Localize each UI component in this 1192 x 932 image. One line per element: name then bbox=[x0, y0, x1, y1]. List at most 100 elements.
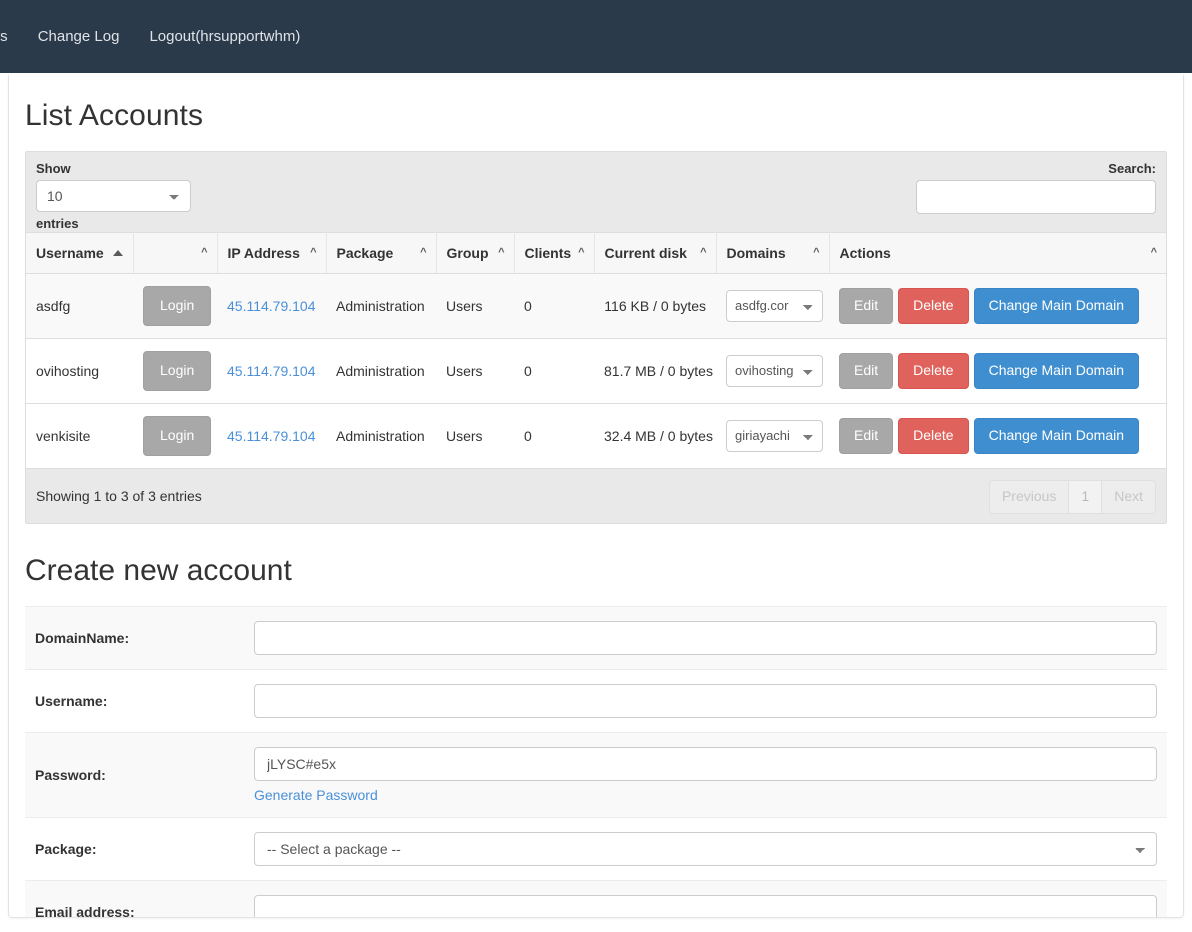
table-head: Username ^ IP Address ^ Package ^ Group … bbox=[26, 232, 1166, 274]
email-input[interactable] bbox=[254, 894, 1157, 917]
sort-caret-icon: ^ bbox=[498, 246, 505, 259]
nav-item-logout[interactable]: Logout(hrsupportwhm) bbox=[134, 2, 315, 71]
column-header-actions[interactable]: Actions ^ bbox=[829, 232, 1166, 274]
page-inner: List Accounts Show 10 entries Search: Us… bbox=[9, 99, 1183, 917]
column-header-domains[interactable]: Domains ^ bbox=[716, 232, 830, 274]
edit-button[interactable]: Edit bbox=[839, 417, 894, 454]
username-field-cell bbox=[244, 669, 1167, 733]
login-button[interactable]: Login bbox=[143, 286, 212, 326]
domain-name-input[interactable] bbox=[254, 620, 1157, 655]
cell-actions: Edit Delete Change Main Domain bbox=[829, 273, 1166, 339]
cell-domains: ovihosting bbox=[716, 337, 829, 404]
column-label-username: Username bbox=[36, 245, 104, 261]
pagination-previous-button[interactable]: Previous bbox=[988, 479, 1070, 514]
create-account-title: Create new account bbox=[25, 553, 292, 587]
sort-ascending-icon bbox=[112, 250, 123, 256]
nav-list-item: ews bbox=[0, 27, 23, 47]
password-label: Password: bbox=[25, 732, 244, 818]
ip-address-link[interactable]: 45.114.79.104 bbox=[227, 428, 316, 444]
domain-field-cell bbox=[244, 606, 1167, 670]
package-select[interactable]: -- Select a package -- bbox=[254, 831, 1157, 866]
domain-label: DomainName: bbox=[25, 606, 244, 670]
generate-password-link[interactable]: Generate Password bbox=[254, 787, 378, 803]
create-account-form: DomainName: Username: Password: Genera bbox=[25, 605, 1167, 917]
sort-caret-icon: ^ bbox=[578, 246, 585, 259]
edit-button[interactable]: Edit bbox=[839, 288, 894, 324]
column-header-login[interactable]: ^ bbox=[133, 232, 218, 274]
form-row-package: Package: -- Select a package -- bbox=[25, 817, 1167, 881]
cell-login: Login bbox=[133, 402, 217, 468]
action-button-group: Edit Delete Change Main Domain bbox=[839, 352, 1156, 389]
login-button[interactable]: Login bbox=[143, 350, 212, 391]
column-header-package[interactable]: Package ^ bbox=[326, 232, 437, 274]
nav-list-item: Logout(hrsupportwhm) bbox=[134, 27, 315, 47]
accounts-table: Username ^ IP Address ^ Package ^ Group … bbox=[26, 232, 1166, 468]
entries-per-page-select[interactable]: 10 bbox=[36, 180, 191, 212]
form-row-domain: DomainName: bbox=[25, 606, 1167, 670]
username-input[interactable] bbox=[254, 683, 1157, 718]
table-body: asdfg Login 45.114.79.104 Administration… bbox=[26, 273, 1166, 468]
cell-package: Administration bbox=[326, 273, 436, 339]
cell-clients: 0 bbox=[514, 337, 594, 404]
cell-ip-address: 45.114.79.104 bbox=[217, 402, 326, 468]
form-row-email: Email address: bbox=[25, 880, 1167, 917]
ip-address-link[interactable]: 45.114.79.104 bbox=[227, 363, 316, 379]
sort-caret-icon: ^ bbox=[420, 246, 427, 259]
column-label-current-disk: Current disk bbox=[604, 245, 687, 261]
login-button[interactable]: Login bbox=[143, 415, 212, 456]
pagination-page-1-button[interactable]: 1 bbox=[1068, 479, 1103, 514]
cell-group: Users bbox=[436, 337, 514, 404]
datatable-footer: Showing 1 to 3 of 3 entries Previous 1 N… bbox=[26, 467, 1166, 523]
sort-caret-icon: ^ bbox=[201, 246, 208, 259]
pagination-next-button[interactable]: Next bbox=[1101, 479, 1156, 514]
show-label: Show bbox=[36, 161, 71, 176]
cell-domains: giriayachi bbox=[716, 402, 829, 468]
table-row: venkisite Login 45.114.79.104 Administra… bbox=[26, 402, 1166, 468]
cell-actions: Edit Delete Change Main Domain bbox=[829, 402, 1166, 468]
domain-select[interactable]: asdfg.cor bbox=[726, 289, 823, 322]
cell-package: Administration bbox=[326, 337, 436, 404]
entries-label: entries bbox=[36, 216, 79, 231]
nav-item-news[interactable]: ews bbox=[0, 2, 23, 71]
search-label: Search: bbox=[1108, 161, 1156, 176]
action-button-group: Edit Delete Change Main Domain bbox=[839, 417, 1156, 454]
column-header-username[interactable]: Username bbox=[26, 232, 134, 274]
column-header-current-disk[interactable]: Current disk ^ bbox=[594, 232, 717, 274]
delete-button[interactable]: Delete bbox=[898, 352, 969, 389]
search-control: Search: bbox=[916, 161, 1156, 214]
password-input[interactable] bbox=[254, 746, 1157, 781]
length-control: Show 10 entries bbox=[36, 161, 191, 231]
cell-group: Users bbox=[436, 402, 514, 468]
column-label-ip-address: IP Address bbox=[227, 245, 300, 261]
search-input[interactable] bbox=[916, 180, 1156, 214]
cell-domains: asdfg.cor bbox=[716, 273, 829, 339]
column-label-package: Package bbox=[336, 245, 394, 261]
cell-actions: Edit Delete Change Main Domain bbox=[829, 337, 1166, 404]
column-header-clients[interactable]: Clients ^ bbox=[514, 232, 595, 274]
cell-current-disk: 81.7 MB / 0 bytes bbox=[594, 337, 716, 404]
sort-caret-icon: ^ bbox=[700, 246, 707, 259]
email-label: Email address: bbox=[25, 880, 244, 917]
top-navbar: ews Change Log Logout(hrsupportwhm) bbox=[0, 0, 1192, 73]
ip-address-link[interactable]: 45.114.79.104 bbox=[227, 298, 316, 314]
package-label: Package: bbox=[25, 817, 244, 881]
delete-button[interactable]: Delete bbox=[898, 417, 969, 454]
delete-button[interactable]: Delete bbox=[898, 288, 969, 324]
sort-caret-icon: ^ bbox=[813, 246, 820, 259]
page-container: List Accounts Show 10 entries Search: Us… bbox=[8, 75, 1184, 918]
domain-select[interactable]: giriayachi bbox=[726, 419, 823, 452]
change-main-domain-button[interactable]: Change Main Domain bbox=[973, 352, 1139, 389]
cell-current-disk: 32.4 MB / 0 bytes bbox=[594, 402, 716, 468]
domain-select[interactable]: ovihosting bbox=[726, 354, 823, 387]
column-label-clients: Clients bbox=[524, 245, 572, 261]
column-header-ip-address[interactable]: IP Address ^ bbox=[217, 232, 327, 274]
column-label-domains: Domains bbox=[726, 245, 786, 261]
column-label-actions: Actions bbox=[839, 245, 891, 261]
edit-button[interactable]: Edit bbox=[839, 352, 894, 389]
change-main-domain-button[interactable]: Change Main Domain bbox=[973, 417, 1139, 454]
change-main-domain-button[interactable]: Change Main Domain bbox=[973, 288, 1139, 324]
column-header-group[interactable]: Group ^ bbox=[436, 232, 515, 274]
cell-group: Users bbox=[436, 273, 514, 339]
table-row: ovihosting Login 45.114.79.104 Administr… bbox=[26, 337, 1166, 404]
nav-item-change-log[interactable]: Change Log bbox=[23, 2, 135, 71]
